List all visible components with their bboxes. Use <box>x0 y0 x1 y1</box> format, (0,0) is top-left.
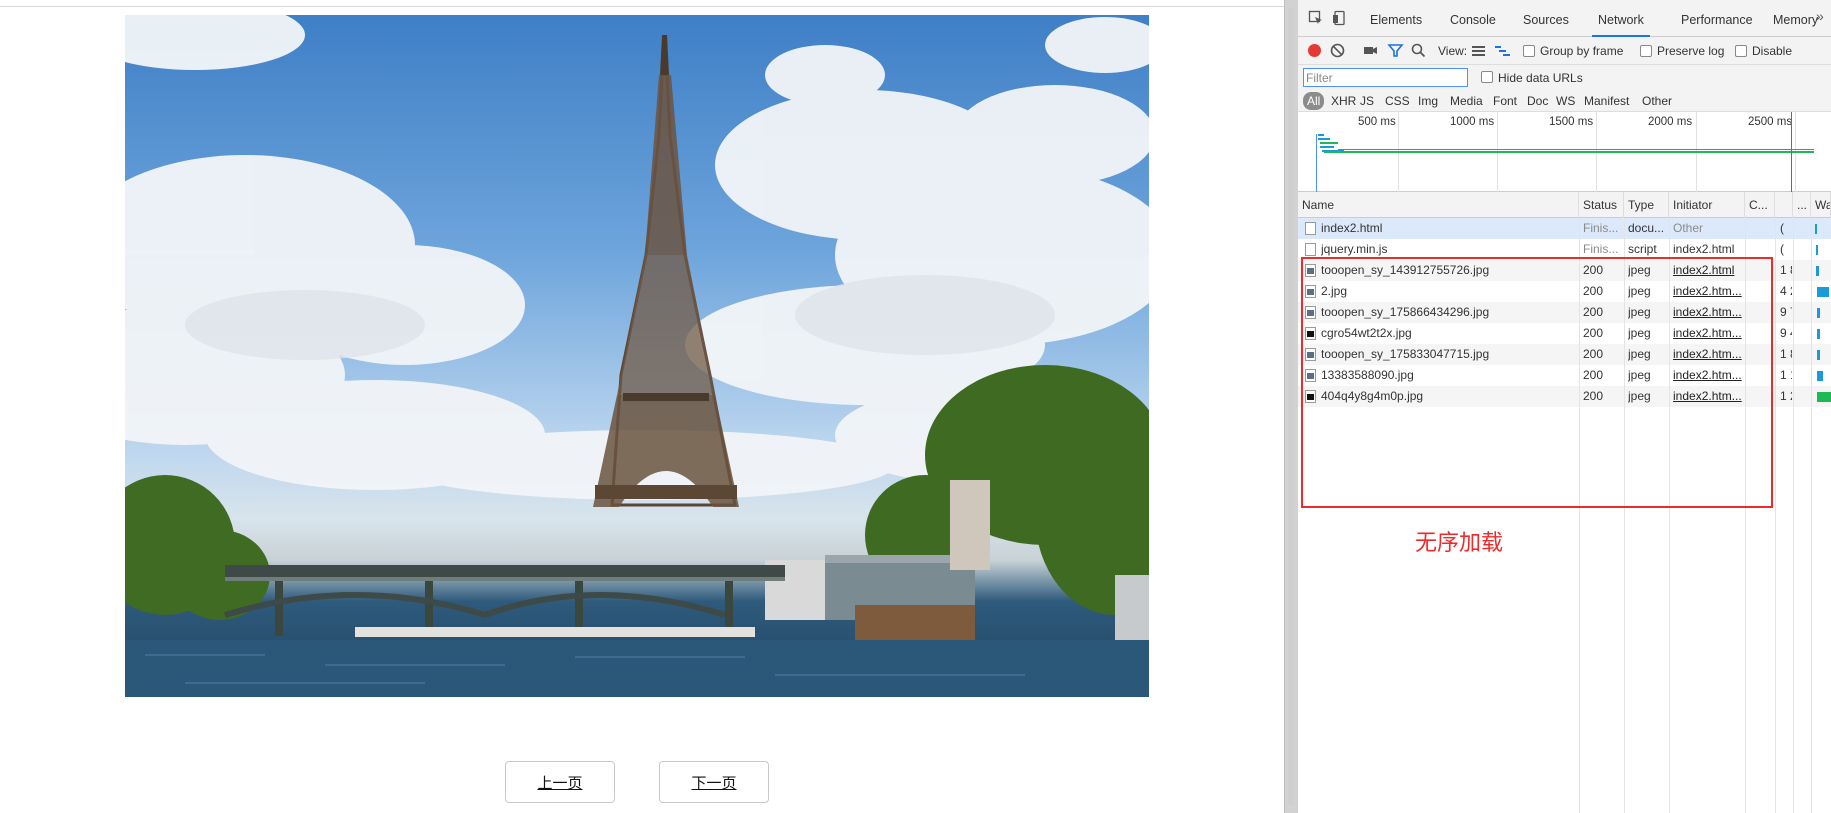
view-label: View: <box>1438 44 1468 58</box>
prev-page-button[interactable]: 上一页 <box>505 761 615 803</box>
large-rows-icon[interactable] <box>1470 42 1487 59</box>
type-filter-media[interactable]: Media <box>1447 92 1486 110</box>
clear-icon[interactable] <box>1329 42 1346 59</box>
resource-type-filters: All XHR JS CSS Img Media Font Doc WS Man… <box>1298 90 1831 112</box>
column-name[interactable]: Name <box>1298 192 1579 218</box>
column-status[interactable]: Status <box>1579 192 1624 218</box>
timeline-tick: 1500 ms <box>1549 116 1594 128</box>
tab-performance[interactable]: Performance <box>1675 0 1759 37</box>
record-icon[interactable] <box>1306 42 1323 59</box>
search-icon[interactable] <box>1410 42 1427 59</box>
annotation-label: 无序加载 <box>1415 531 1504 556</box>
table-row[interactable]: tooopen_sy_175866434296.jpg 200 jpeg ind… <box>1298 302 1831 323</box>
type-filter-ws[interactable]: WS <box>1553 92 1578 110</box>
network-toolbar: View: Group by frame Preserve log Disabl… <box>1298 37 1831 65</box>
overview-waterfall-icon[interactable] <box>1494 42 1511 59</box>
table-row[interactable]: tooopen_sy_143912755726.jpg 200 jpeg ind… <box>1298 260 1831 281</box>
type-filter-manifest[interactable]: Manifest <box>1581 92 1632 110</box>
table-row[interactable]: jquery.min.js Finis... script index2.htm… <box>1298 239 1831 260</box>
type-filter-xhr[interactable]: XHR <box>1328 92 1359 110</box>
timeline-tick: 500 ms <box>1358 116 1396 128</box>
timeline-overview[interactable]: 500 ms 1000 ms 1500 ms 2000 ms 2500 ms <box>1298 112 1831 192</box>
next-page-button[interactable]: 下一页 <box>659 761 769 803</box>
eiffel-tower-photo <box>125 15 1149 697</box>
image-icon <box>1305 264 1316 277</box>
timeline-tick: 2500 ms <box>1748 116 1793 128</box>
requests-list: index2.html Finis... docu... Other ( jqu… <box>1298 218 1831 813</box>
document-icon <box>1305 222 1316 235</box>
image-icon <box>1305 327 1316 340</box>
table-row[interactable]: 13383588090.jpg 200 jpeg index2.htm... 1… <box>1298 365 1831 386</box>
requests-table-header: Name Status Type Initiator C... ... Wa <box>1298 192 1831 218</box>
preserve-log-checkbox[interactable] <box>1640 45 1652 57</box>
hide-data-urls-label: Hide data URLs <box>1498 71 1583 85</box>
preserve-log-label: Preserve log <box>1657 44 1725 58</box>
image-icon <box>1305 369 1316 382</box>
type-filter-css[interactable]: CSS <box>1382 92 1413 110</box>
capture-screenshots-icon[interactable] <box>1362 42 1379 59</box>
type-filter-other[interactable]: Other <box>1639 92 1675 110</box>
image-icon <box>1305 348 1316 361</box>
devtools-panel: Elements Console Sources Network Perform… <box>1298 0 1831 813</box>
table-row[interactable]: 2.jpg 200 jpeg index2.htm... 4 2 <box>1298 281 1831 302</box>
script-icon <box>1305 243 1316 256</box>
tab-network[interactable]: Network <box>1592 0 1650 37</box>
column-type[interactable]: Type <box>1624 192 1669 218</box>
timeline-tick: 1000 ms <box>1450 116 1495 128</box>
column-waterfall[interactable]: Wa <box>1811 192 1831 218</box>
type-filter-js[interactable]: JS <box>1357 92 1377 110</box>
browser-top-edge <box>0 0 1284 7</box>
filter-icon[interactable] <box>1387 42 1404 59</box>
more-tabs-icon[interactable]: » <box>1816 8 1824 24</box>
type-filter-all[interactable]: All <box>1303 92 1325 110</box>
hide-data-urls-checkbox[interactable] <box>1481 71 1493 83</box>
type-filter-doc[interactable]: Doc <box>1524 92 1551 110</box>
tab-elements[interactable]: Elements <box>1364 0 1428 37</box>
table-row[interactable]: tooopen_sy_175833047715.jpg 200 jpeg ind… <box>1298 344 1831 365</box>
table-row[interactable]: index2.html Finis... docu... Other ( <box>1298 218 1831 239</box>
image-icon <box>1305 306 1316 319</box>
timeline-tick: 2000 ms <box>1648 116 1693 128</box>
devtools-tab-bar: Elements Console Sources Network Perform… <box>1298 0 1831 37</box>
tab-sources[interactable]: Sources <box>1517 0 1575 37</box>
column-initiator[interactable]: Initiator <box>1669 192 1745 218</box>
disable-cache-label: Disable <box>1752 44 1793 58</box>
tab-console[interactable]: Console <box>1444 0 1502 37</box>
devtools-splitter[interactable] <box>1284 0 1298 813</box>
filter-input[interactable] <box>1303 68 1468 87</box>
image-icon <box>1305 390 1316 403</box>
device-toolbar-icon[interactable] <box>1332 10 1348 26</box>
type-filter-font[interactable]: Font <box>1490 92 1520 110</box>
disable-cache-checkbox[interactable] <box>1735 45 1747 57</box>
group-by-frame-checkbox[interactable] <box>1523 45 1535 57</box>
column-size[interactable]: C... <box>1745 192 1775 218</box>
inspect-element-icon[interactable] <box>1308 10 1324 26</box>
table-row[interactable]: 404q4y8g4m0p.jpg 200 jpeg index2.htm... … <box>1298 386 1831 407</box>
column-time[interactable] <box>1775 192 1793 218</box>
image-icon <box>1305 285 1316 298</box>
group-by-frame-label: Group by frame <box>1540 44 1624 58</box>
filter-row: Hide data URLs <box>1298 65 1831 90</box>
table-row[interactable]: cgro54wt2t2x.jpg 200 jpeg index2.htm... … <box>1298 323 1831 344</box>
type-filter-img[interactable]: Img <box>1415 92 1441 110</box>
column-more[interactable]: ... <box>1793 192 1811 218</box>
